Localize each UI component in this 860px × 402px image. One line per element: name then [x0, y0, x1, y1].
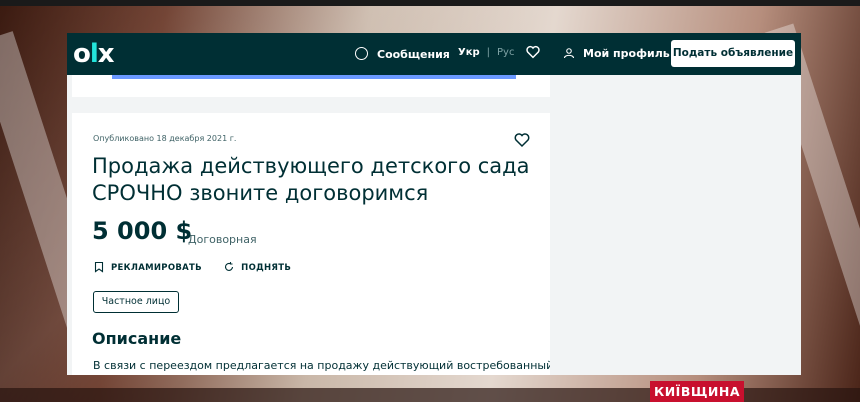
lift-label: ПОДНЯТЬ: [241, 263, 292, 273]
listing-price: 5 000 $: [92, 217, 193, 245]
price-note: Договорная: [188, 233, 257, 246]
right-panel: [550, 75, 801, 375]
profile-label: Мой профиль: [583, 47, 670, 60]
seller-type-tag: Частное лицо: [93, 291, 179, 313]
messages-link[interactable]: Сообщения: [355, 47, 450, 61]
top-band: [0, 0, 860, 6]
save-heart-icon[interactable]: [513, 131, 531, 149]
description-text: В связи с переездом предлагается на прод…: [93, 359, 554, 372]
published-date: Опубликовано 18 декабря 2021 г.: [93, 134, 237, 143]
navbar: olx Сообщения Укр | Рус Мой профиль Подать…: [67, 33, 801, 75]
listing-card: Опубликовано 18 декабря 2021 г. Продажа …: [72, 113, 554, 375]
post-ad-button[interactable]: Подать объявление: [671, 40, 795, 67]
promote-action[interactable]: РЕКЛАМИРОВАТЬ: [93, 261, 202, 273]
description-heading: Описание: [92, 329, 182, 348]
listing-actions: РЕКЛАМИРОВАТЬ ПОДНЯТЬ: [93, 261, 309, 273]
olx-logo[interactable]: olx: [73, 39, 115, 69]
channel-tag: КИЇВЩИНА: [650, 381, 744, 402]
bookmark-icon: [94, 261, 104, 273]
chat-bubble-icon: [355, 47, 368, 60]
olx-screen: olx Сообщения Укр | Рус Мой профиль Подать…: [67, 33, 801, 375]
messages-label: Сообщения: [377, 48, 450, 61]
previous-card: [72, 75, 550, 97]
ticker-bar: [0, 388, 650, 402]
language-switch: Укр | Рус: [458, 47, 514, 58]
promote-label: РЕКЛАМИРОВАТЬ: [111, 263, 202, 273]
profile-link[interactable]: Мой профиль: [563, 47, 670, 60]
lang-rus[interactable]: Рус: [497, 47, 514, 58]
image-gallery-bar: [112, 75, 516, 79]
refresh-icon: [225, 262, 234, 271]
lift-action[interactable]: ПОДНЯТЬ: [223, 261, 291, 273]
favorites-heart-icon[interactable]: [525, 44, 541, 60]
ticker-bar-right: [744, 388, 860, 402]
user-icon: [563, 48, 575, 59]
lang-separator: |: [486, 47, 491, 58]
lang-ukr[interactable]: Укр: [458, 47, 480, 58]
listing-title: Продажа действующего детского сада СРОЧН…: [92, 154, 530, 205]
